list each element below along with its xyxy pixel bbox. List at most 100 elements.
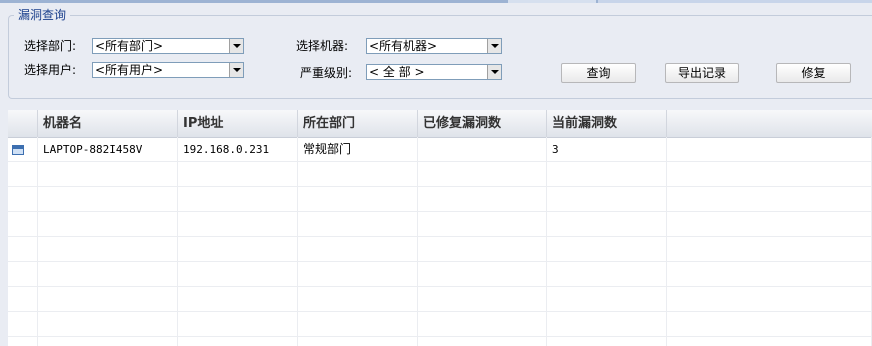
machine-cell bbox=[38, 262, 178, 287]
header-machine[interactable]: 机器名 bbox=[38, 110, 178, 137]
empty-row bbox=[8, 287, 872, 312]
dept-cell bbox=[298, 262, 418, 287]
export-button[interactable]: 导出记录 bbox=[665, 63, 739, 83]
current-cell bbox=[547, 187, 667, 212]
query-legend: 漏洞查询 bbox=[14, 7, 71, 23]
severity-select[interactable]: < 全 部 > bbox=[366, 64, 502, 80]
empty-row bbox=[8, 312, 872, 337]
dept-label: 选择部门: bbox=[24, 39, 77, 53]
current-cell: 3 bbox=[547, 137, 667, 162]
dept-cell bbox=[298, 237, 418, 262]
ip-cell bbox=[178, 262, 298, 287]
ip-cell bbox=[178, 212, 298, 237]
current-cell bbox=[547, 337, 667, 346]
dept-cell bbox=[298, 187, 418, 212]
ip-cell bbox=[178, 337, 298, 346]
machine-cell bbox=[38, 162, 178, 187]
ip-cell bbox=[178, 162, 298, 187]
machine-cell bbox=[38, 287, 178, 312]
row-icon-cell bbox=[8, 312, 38, 337]
user-select-value: <所有用户> bbox=[95, 63, 164, 77]
current-cell bbox=[547, 312, 667, 337]
empty-row bbox=[8, 162, 872, 187]
repair-button[interactable]: 修复 bbox=[776, 63, 851, 83]
results-table: 机器名 IP地址 所在部门 已修复漏洞数 当前漏洞数 LAPTOP-882I45… bbox=[8, 110, 872, 346]
query-fieldset bbox=[8, 15, 872, 99]
chevron-down-icon[interactable] bbox=[487, 39, 501, 53]
machine-cell: LAPTOP-882I458V bbox=[38, 137, 178, 162]
machine-cell bbox=[38, 187, 178, 212]
fixed-cell bbox=[418, 212, 547, 237]
ip-cell bbox=[178, 312, 298, 337]
empty-row bbox=[8, 237, 872, 262]
top-strip-segment bbox=[598, 0, 872, 3]
fixed-cell bbox=[418, 237, 547, 262]
dept-cell bbox=[298, 312, 418, 337]
filler-cell bbox=[667, 212, 872, 237]
dept-cell: 常规部门 bbox=[298, 137, 418, 162]
user-select[interactable]: <所有用户> bbox=[92, 62, 244, 78]
filler-cell bbox=[667, 312, 872, 337]
row-icon-cell bbox=[8, 212, 38, 237]
table-row[interactable]: LAPTOP-882I458V 192.168.0.231 常规部门 3 bbox=[8, 137, 872, 162]
current-cell bbox=[547, 237, 667, 262]
severity-label: 严重级别: bbox=[300, 66, 353, 80]
ip-cell bbox=[178, 187, 298, 212]
ip-cell bbox=[178, 287, 298, 312]
dept-cell bbox=[298, 162, 418, 187]
header-fixed[interactable]: 已修复漏洞数 bbox=[418, 110, 547, 137]
current-cell bbox=[547, 262, 667, 287]
empty-row bbox=[8, 262, 872, 287]
severity-select-value: < 全 部 > bbox=[369, 65, 425, 79]
machine-label: 选择机器: bbox=[296, 39, 349, 53]
header-icon-column bbox=[8, 110, 38, 137]
fixed-cell bbox=[418, 162, 547, 187]
chevron-down-icon[interactable] bbox=[229, 63, 243, 77]
filler-cell bbox=[667, 337, 872, 346]
row-icon-cell bbox=[8, 137, 38, 162]
machine-cell bbox=[38, 337, 178, 346]
header-current[interactable]: 当前漏洞数 bbox=[547, 110, 667, 137]
dept-cell bbox=[298, 212, 418, 237]
fixed-cell bbox=[418, 262, 547, 287]
computer-icon[interactable] bbox=[12, 145, 24, 155]
header-dept[interactable]: 所在部门 bbox=[298, 110, 418, 137]
fixed-cell bbox=[418, 137, 547, 162]
query-button[interactable]: 查询 bbox=[561, 63, 636, 83]
filler-cell bbox=[667, 287, 872, 312]
chevron-down-icon[interactable] bbox=[229, 39, 243, 53]
chevron-down-icon[interactable] bbox=[487, 65, 501, 79]
header-ip[interactable]: IP地址 bbox=[178, 110, 298, 137]
machine-cell bbox=[38, 312, 178, 337]
machine-select[interactable]: <所有机器> bbox=[366, 38, 502, 54]
row-icon-cell bbox=[8, 287, 38, 312]
empty-row bbox=[8, 187, 872, 212]
dept-select-value: <所有部门> bbox=[95, 39, 164, 53]
row-icon-cell bbox=[8, 162, 38, 187]
fixed-cell bbox=[418, 287, 547, 312]
ip-cell bbox=[178, 237, 298, 262]
row-icon-cell bbox=[8, 337, 38, 346]
dept-cell bbox=[298, 287, 418, 312]
dept-cell bbox=[298, 337, 418, 346]
current-cell bbox=[547, 287, 667, 312]
row-icon-cell bbox=[8, 187, 38, 212]
machine-cell bbox=[38, 237, 178, 262]
current-cell bbox=[547, 212, 667, 237]
empty-row bbox=[8, 337, 872, 346]
filler-cell bbox=[667, 137, 872, 162]
fixed-cell bbox=[418, 337, 547, 346]
filler-cell bbox=[667, 162, 872, 187]
row-icon-cell bbox=[8, 237, 38, 262]
table-header: 机器名 IP地址 所在部门 已修复漏洞数 当前漏洞数 bbox=[8, 110, 872, 138]
empty-row bbox=[8, 212, 872, 237]
dept-select[interactable]: <所有部门> bbox=[92, 38, 244, 54]
fixed-cell bbox=[418, 312, 547, 337]
top-strip-segment bbox=[508, 0, 596, 3]
machine-cell bbox=[38, 212, 178, 237]
top-strip bbox=[0, 0, 872, 3]
filler-cell bbox=[667, 237, 872, 262]
fixed-cell bbox=[418, 187, 547, 212]
filler-cell bbox=[667, 187, 872, 212]
machine-select-value: <所有机器> bbox=[369, 39, 438, 53]
